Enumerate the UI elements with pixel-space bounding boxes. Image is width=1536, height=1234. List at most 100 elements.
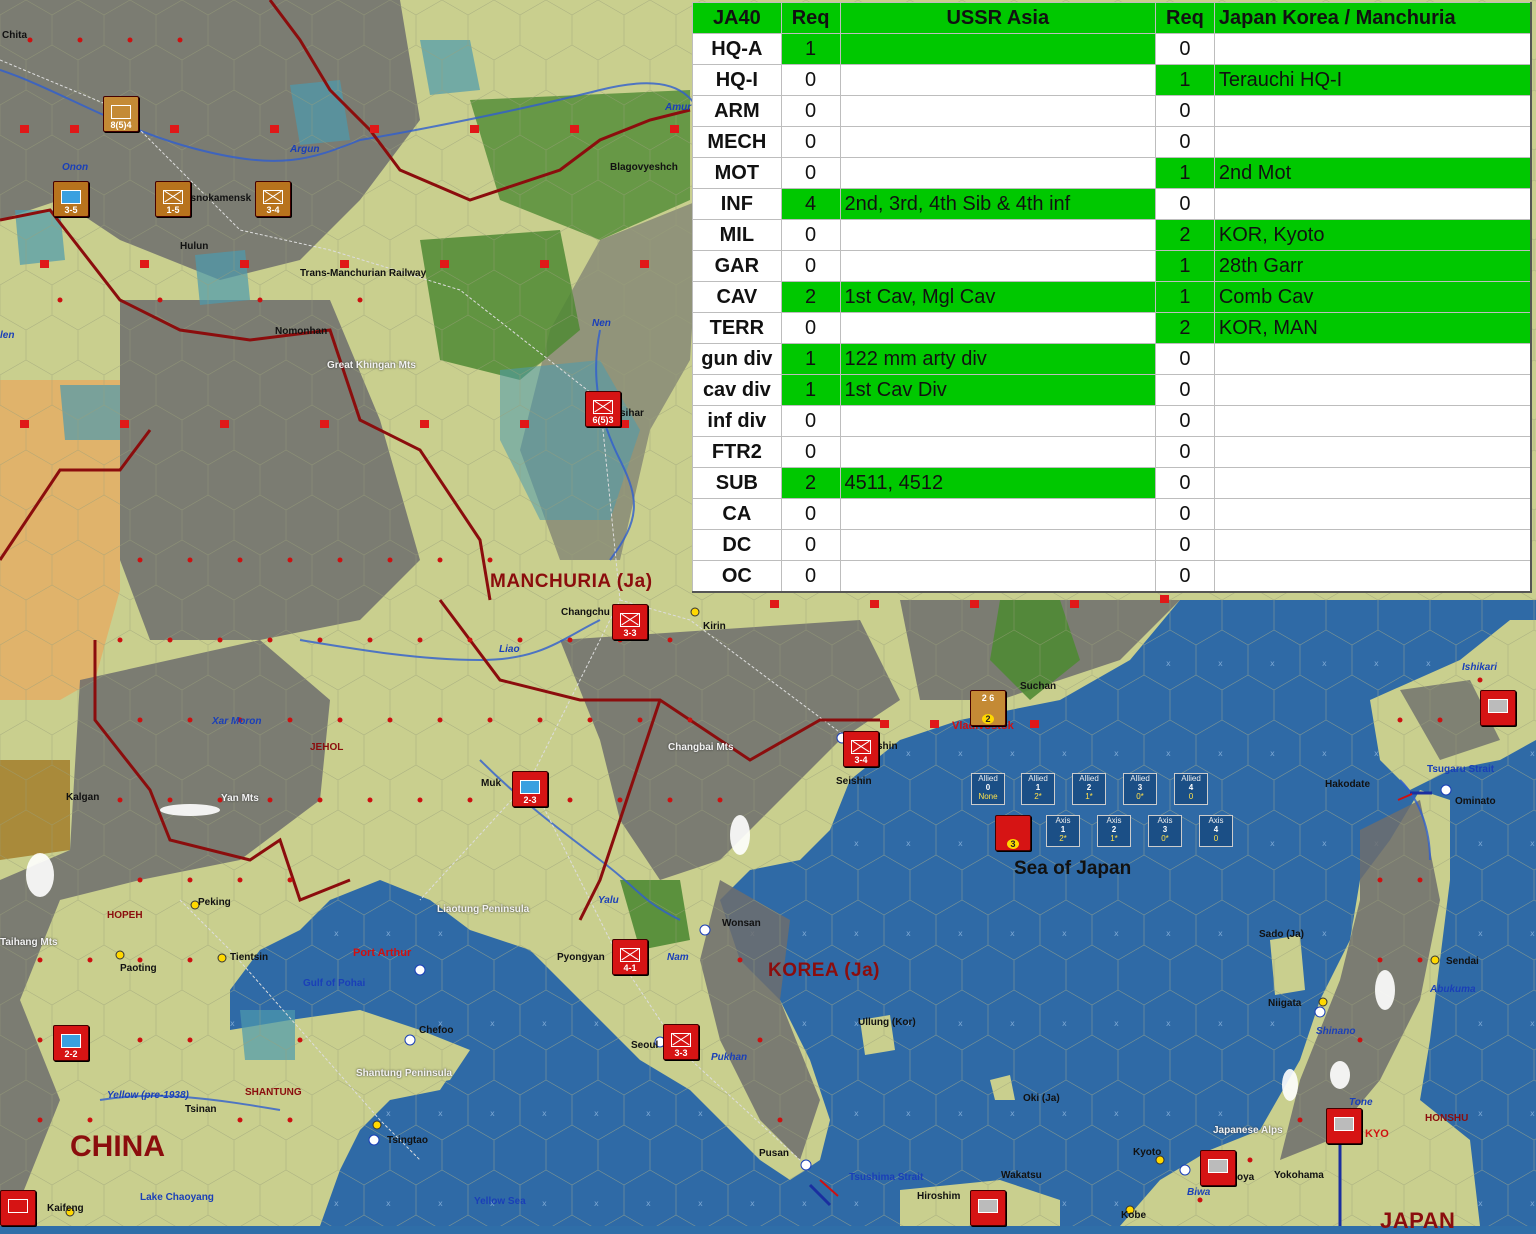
ussr-units-cell xyxy=(839,405,1157,437)
sea-box-axis-4[interactable]: Axis 4 0 xyxy=(1199,815,1233,847)
unit-counter-hq[interactable]: 8(5)4 xyxy=(103,96,139,132)
hq-symbol-icon xyxy=(111,105,131,119)
sea-box-allied-2[interactable]: Allied 2 1* xyxy=(1072,773,1106,805)
table-row: HQ-A 1 0 xyxy=(692,33,1532,65)
japan-units-cell: 2nd Mot xyxy=(1213,157,1532,189)
japan-req-cell: 0 xyxy=(1155,374,1215,406)
fortress-counter[interactable] xyxy=(1480,690,1516,726)
city-label-nomonhan: Nomonhan xyxy=(275,326,328,337)
ussr-req-cell: 0 xyxy=(780,498,841,530)
city-label-kobe: Kobe xyxy=(1121,1210,1146,1221)
japan-req-cell: 0 xyxy=(1155,560,1215,593)
city-label-tsinan: Tsinan xyxy=(185,1104,217,1115)
ussr-req-cell: 2 xyxy=(780,467,841,499)
city-label-yokohama: Yokohama xyxy=(1274,1170,1324,1181)
region-label-japan: JAPAN xyxy=(1380,1208,1456,1233)
unit-counter-inf[interactable]: 3-3 xyxy=(612,604,648,640)
japan-req-cell: 0 xyxy=(1155,467,1215,499)
ussr-units-cell xyxy=(839,157,1157,189)
force-pool-table: JA40 Req USSR Asia Req Japan Korea / Man… xyxy=(692,2,1532,593)
infantry-symbol-icon xyxy=(263,190,283,204)
city-label-pusan: Pusan xyxy=(759,1148,790,1159)
table-row: cav div 1 1st Cav Div 0 xyxy=(692,374,1532,406)
row-category: FTR2 xyxy=(692,436,782,468)
ussr-req-cell: 0 xyxy=(780,529,841,561)
table-row: MIL 0 2 KOR, Kyoto xyxy=(692,219,1532,251)
sea-box-allied-0[interactable]: Allied 0 None xyxy=(971,773,1005,805)
city-label-tokyo: KYO xyxy=(1365,1128,1389,1140)
fortress-counter[interactable] xyxy=(970,1190,1006,1226)
japan-req-cell: 0 xyxy=(1155,188,1215,220)
cavalry-symbol-icon xyxy=(520,780,540,794)
japan-units-cell: KOR, Kyoto xyxy=(1213,219,1532,251)
ussr-req-cell: 1 xyxy=(780,33,841,65)
unit-counter-stack[interactable]: 2 62 xyxy=(970,690,1006,726)
island-label-oki: Oki (Ja) xyxy=(1023,1093,1060,1104)
sea-box-allied-4[interactable]: Allied 4 0 xyxy=(1174,773,1208,805)
sea-box-allied-1[interactable]: Allied 1 2* xyxy=(1021,773,1055,805)
ussr-req-cell: 0 xyxy=(780,436,841,468)
row-category: ARM xyxy=(692,95,782,127)
ussr-units-cell xyxy=(839,95,1157,127)
japan-units-cell xyxy=(1213,343,1532,375)
fortress-icon xyxy=(1334,1117,1354,1131)
region-label-honshu: HONSHU xyxy=(1425,1113,1469,1124)
unit-counter-cav[interactable]: 2-3 xyxy=(512,771,548,807)
sea-label-tsushima: Tsushima Strait xyxy=(849,1172,924,1183)
city-label-sendai: Sendai xyxy=(1446,956,1479,967)
river-label-biwa: Biwa xyxy=(1187,1187,1211,1198)
japan-req-cell: 1 xyxy=(1155,157,1215,189)
unit-counter-cav[interactable]: 2-2 xyxy=(53,1025,89,1061)
fleet-counter[interactable]: 3 xyxy=(995,815,1031,851)
region-label-china: CHINA xyxy=(70,1130,165,1163)
infantry-symbol-icon xyxy=(620,613,640,627)
city-label-kalgan: Kalgan xyxy=(66,792,100,803)
sea-box-axis-3[interactable]: Axis 3 0* xyxy=(1148,815,1182,847)
city-label-changchun: Changchu xyxy=(561,607,610,618)
unit-counter-inf[interactable]: 3-3 xyxy=(663,1024,699,1060)
fortress-counter[interactable] xyxy=(1326,1108,1362,1144)
ussr-units-cell xyxy=(839,436,1157,468)
fortress-counter[interactable] xyxy=(1200,1150,1236,1186)
sea-box-axis-2[interactable]: Axis 2 1* xyxy=(1097,815,1131,847)
unit-counter-inf[interactable]: 6(5)3 xyxy=(585,391,621,427)
japan-units-cell xyxy=(1213,33,1532,65)
island-label-sado: Sado (Ja) xyxy=(1259,929,1305,940)
table-row: gun div 1 122 mm arty div 0 xyxy=(692,343,1532,375)
row-category: HQ-I xyxy=(692,64,782,96)
unit-counter-inf[interactable]: 4-1 xyxy=(612,939,648,975)
ussr-units-cell xyxy=(839,33,1157,65)
japan-req-cell: 1 xyxy=(1155,64,1215,96)
river-label-yalu: Yalu xyxy=(598,895,619,906)
table-row: MECH 0 0 xyxy=(692,126,1532,158)
japan-units-cell xyxy=(1213,188,1532,220)
sea-box-axis-1[interactable]: Axis 1 2* xyxy=(1046,815,1080,847)
ussr-units-cell: 122 mm arty div xyxy=(839,343,1157,375)
mountain-label-taihang: Taihang Mts xyxy=(0,937,58,948)
region-label-hopeh: HOPEH xyxy=(107,910,143,921)
japan-units-cell xyxy=(1213,405,1532,437)
japan-units-cell xyxy=(1213,529,1532,561)
unit-counter-hq[interactable] xyxy=(0,1190,36,1226)
city-label-rashin: shin xyxy=(877,741,898,752)
ussr-units-cell xyxy=(839,64,1157,96)
row-category: OC xyxy=(692,560,782,593)
table-row: TERR 0 2 KOR, MAN xyxy=(692,312,1532,344)
sea-box-allied-3[interactable]: Allied 3 0* xyxy=(1123,773,1157,805)
unit-counter-inf[interactable]: 3-4 xyxy=(255,181,291,217)
ussr-req-cell: 1 xyxy=(780,343,841,375)
unit-counter-inf[interactable]: 3-4 xyxy=(843,731,879,767)
city-label-tsitsihar: sihar xyxy=(620,408,644,419)
row-category: SUB xyxy=(692,467,782,499)
river-label-pukhan: Pukhan xyxy=(711,1052,748,1063)
city-label-ominato: Ominato xyxy=(1455,796,1496,807)
ussr-req-cell: 0 xyxy=(780,95,841,127)
river-label-argun: Argun xyxy=(290,144,320,155)
japan-req-cell: 0 xyxy=(1155,95,1215,127)
sea-label-sea-of-japan: Sea of Japan xyxy=(1014,858,1132,879)
city-label-peking: Peking xyxy=(198,897,231,908)
unit-counter-cav[interactable]: 3-5 xyxy=(53,181,89,217)
unit-counter-inf[interactable]: 1-5 xyxy=(155,181,191,217)
japan-units-cell: 28th Garr xyxy=(1213,250,1532,282)
japan-units-cell: Comb Cav xyxy=(1213,281,1532,313)
